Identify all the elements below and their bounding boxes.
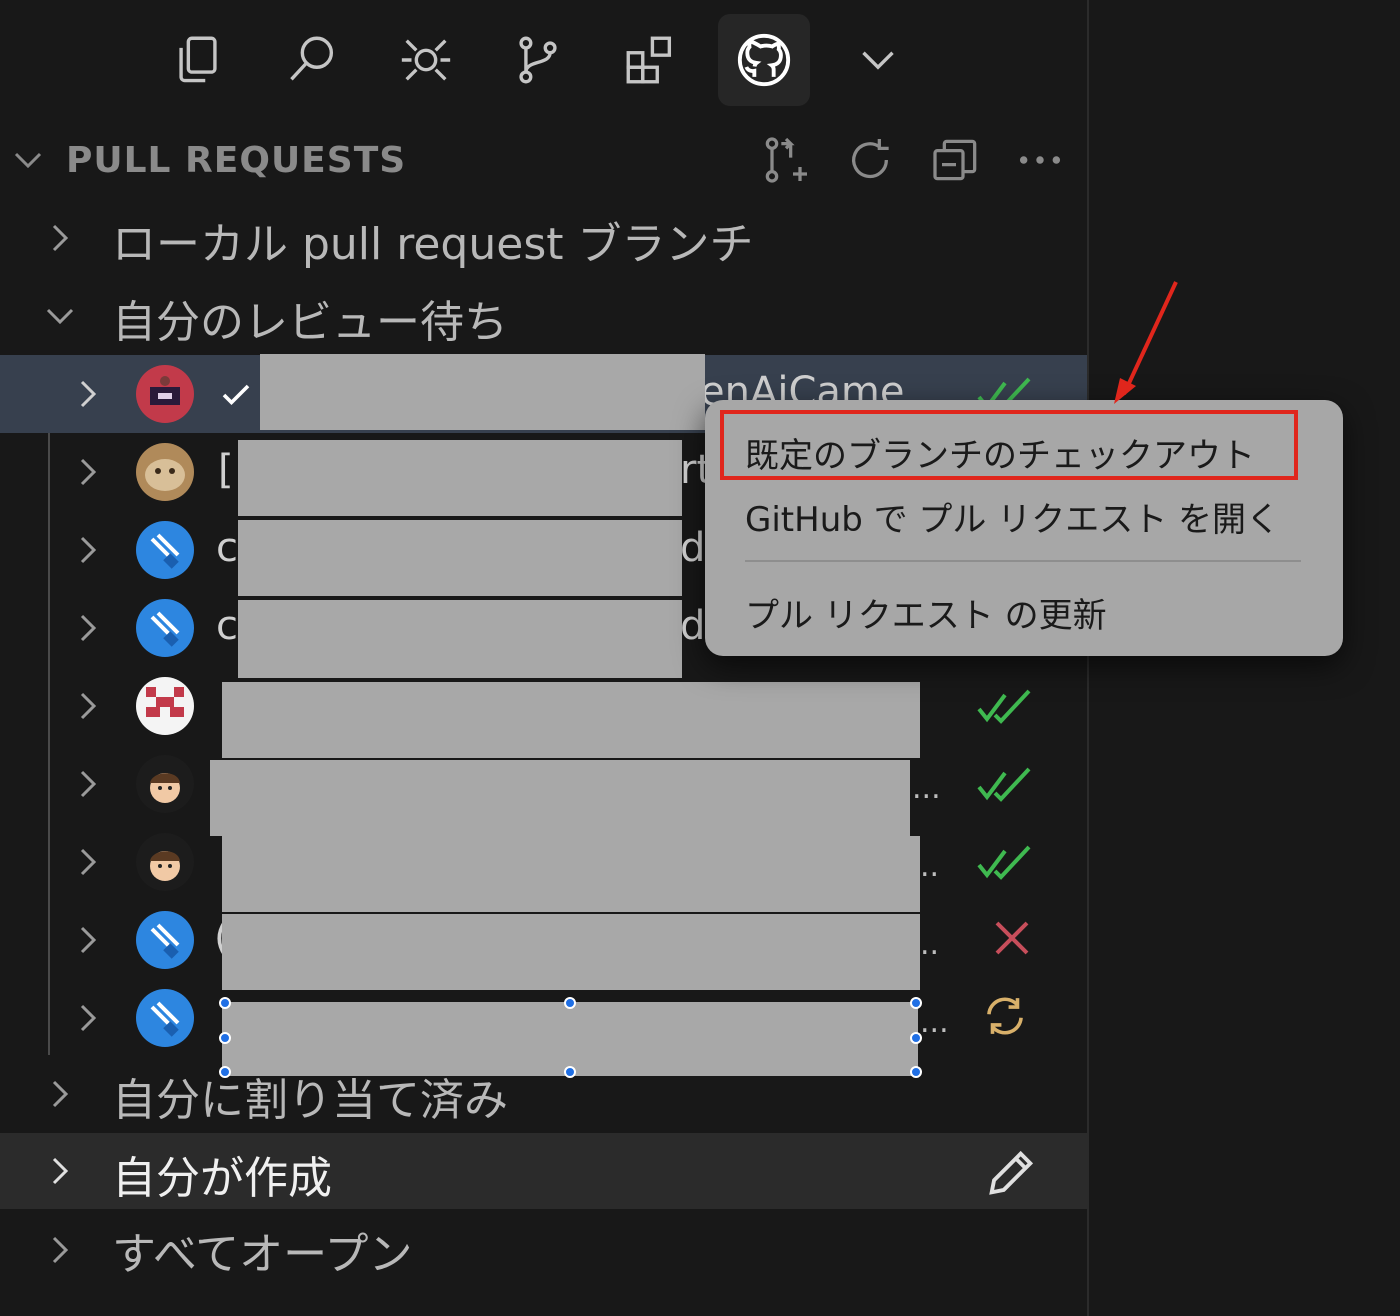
resize-handle[interactable] — [910, 1066, 922, 1078]
approved-icon — [977, 845, 1031, 880]
source-control-icon[interactable] — [498, 20, 578, 100]
editor-area — [1089, 0, 1400, 1316]
resize-handle[interactable] — [910, 997, 922, 1009]
chevron-right-icon[interactable] — [42, 1153, 78, 1189]
chevron-right-icon[interactable] — [70, 688, 106, 724]
avatar — [136, 443, 194, 501]
chevron-right-icon[interactable] — [70, 922, 106, 958]
redaction-box — [260, 354, 705, 430]
menu-item-refresh-pull-request[interactable]: プル リクエスト の更新 — [745, 588, 1107, 637]
resize-handle[interactable] — [564, 1066, 576, 1078]
check-icon — [222, 384, 250, 406]
approved-icon — [977, 767, 1031, 802]
annotation-highlight-box — [720, 410, 1298, 480]
collapse-all-icon[interactable] — [926, 130, 986, 190]
group-all-open[interactable]: すべてオープン — [112, 1218, 413, 1282]
chevron-right-icon[interactable] — [70, 532, 106, 568]
chevron-down-icon[interactable] — [42, 298, 78, 334]
chevron-right-icon[interactable] — [70, 454, 106, 490]
avatar — [136, 833, 194, 891]
group-local-branches[interactable]: ローカル pull request ブランチ — [112, 208, 753, 272]
annotation-arrow-icon — [1114, 281, 1178, 404]
chevron-right-icon[interactable] — [42, 1232, 78, 1268]
pr-title: [ — [218, 447, 234, 493]
explorer-icon[interactable] — [158, 20, 238, 100]
section-title: PULL REQUESTS — [66, 140, 407, 181]
chevron-right-icon[interactable] — [42, 220, 78, 256]
more-chevron-icon[interactable] — [838, 20, 918, 100]
redaction-box — [238, 440, 682, 516]
chevron-right-icon[interactable] — [70, 844, 106, 880]
extensions-icon[interactable] — [610, 20, 690, 100]
avatar — [136, 677, 194, 735]
debug-icon[interactable] — [386, 20, 466, 100]
chevron-right-icon[interactable] — [42, 1076, 78, 1112]
pr-title-ellipsis: .. — [920, 849, 940, 884]
chevron-down-icon[interactable] — [10, 142, 46, 178]
menu-item-open-on-github[interactable]: GitHub で プル リクエスト を開く — [745, 492, 1280, 541]
github-icon[interactable] — [718, 14, 810, 106]
create-pull-request-icon[interactable] — [756, 130, 816, 190]
chevron-right-icon[interactable] — [70, 376, 106, 412]
menu-separator — [745, 560, 1301, 562]
resize-handle[interactable] — [219, 997, 231, 1009]
avatar — [136, 365, 194, 423]
chevron-right-icon[interactable] — [70, 766, 106, 802]
search-icon[interactable] — [272, 20, 352, 100]
resize-handle[interactable] — [564, 997, 576, 1009]
group-waiting-review[interactable]: 自分のレビュー待ち — [112, 286, 508, 350]
more-actions-icon[interactable] — [1010, 130, 1070, 190]
resize-handle[interactable] — [910, 1032, 922, 1044]
avatar — [136, 755, 194, 813]
failed-icon — [995, 921, 1029, 955]
pr-title: c — [216, 525, 238, 571]
pending-icon — [987, 997, 1023, 1035]
redaction-box — [238, 520, 682, 596]
group-assigned[interactable]: 自分に割り当て済み — [112, 1064, 508, 1128]
chevron-right-icon[interactable] — [70, 1000, 106, 1036]
edit-query-icon[interactable] — [982, 1144, 1040, 1202]
chevron-right-icon[interactable] — [70, 610, 106, 646]
pr-title-ellipsis: ... — [912, 771, 941, 806]
avatar — [136, 989, 194, 1047]
approved-icon — [977, 689, 1031, 724]
resize-handle[interactable] — [219, 1032, 231, 1044]
avatar — [136, 599, 194, 657]
group-created[interactable]: 自分が作成 — [112, 1142, 332, 1206]
avatar — [136, 911, 194, 969]
pr-title: c — [216, 603, 238, 649]
pr-title-ellipsis: .. — [920, 927, 940, 962]
avatar — [136, 521, 194, 579]
pr-title-ellipsis: ... — [920, 1005, 949, 1040]
refresh-icon[interactable] — [840, 130, 900, 190]
